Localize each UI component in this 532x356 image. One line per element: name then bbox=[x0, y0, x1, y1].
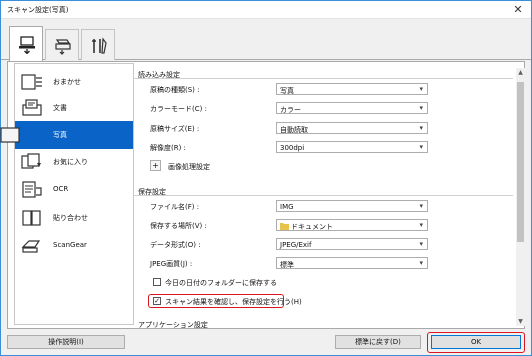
vertical-scrollbar[interactable]: ▲ ▼ bbox=[516, 68, 525, 326]
chevron-down-icon: ▾ bbox=[419, 202, 423, 210]
image-processing-label: 画像処理設定 bbox=[168, 163, 210, 171]
scangear-icon bbox=[21, 240, 41, 253]
save-in-label: 保存する場所(V) : bbox=[150, 222, 207, 230]
data-format-value: JPEG/Exif bbox=[280, 241, 312, 249]
color-mode-label: カラーモード(C) : bbox=[150, 105, 207, 113]
scan-settings-dialog: スキャン設定(写真) ✕ おまかせ 文書 写真 お気に入り OCR 貼り合わせ … bbox=[0, 0, 532, 356]
chevron-down-icon: ▾ bbox=[419, 85, 423, 93]
subfolder-checkbox[interactable] bbox=[153, 278, 161, 286]
photo-icon bbox=[0, 127, 20, 143]
color-mode-select[interactable]: カラー ▾ bbox=[276, 102, 428, 114]
sidebar-item-label: OCR bbox=[53, 185, 69, 193]
close-icon[interactable]: ✕ bbox=[511, 3, 525, 16]
save-in-select[interactable]: ドキュメント ▾ bbox=[276, 219, 428, 231]
restore-defaults-button[interactable]: 標準に戻す(D) bbox=[335, 335, 421, 349]
save-in-value: ドキュメント bbox=[291, 223, 333, 231]
section-divider bbox=[133, 195, 513, 196]
paper-size-value: 自動読取 bbox=[280, 126, 308, 134]
tab-scan-from-computer[interactable] bbox=[9, 26, 43, 61]
chevron-down-icon: ▾ bbox=[419, 124, 423, 132]
color-mode-value: カラー bbox=[280, 106, 301, 114]
sidebar-item-label: おまかせ bbox=[53, 78, 81, 86]
chevron-down-icon: ▾ bbox=[419, 240, 423, 248]
computer-scan-icon bbox=[19, 36, 35, 54]
settings-panel: おまかせ 文書 写真 お気に入り OCR 貼り合わせ ScanGear 読み込み… bbox=[0, 61, 526, 329]
file-name-value: IMG bbox=[280, 203, 294, 211]
sidebar-item-document[interactable]: 文書 bbox=[15, 94, 133, 122]
confirm-results-label: スキャン結果を確認し、保存設定を行う(H) bbox=[165, 298, 302, 306]
subfolder-label: 今日の日付のフォルダーに保存する bbox=[165, 279, 277, 287]
scan-type-list: おまかせ 文書 写真 お気に入り OCR 貼り合わせ ScanGear bbox=[0, 63, 134, 325]
source-select[interactable]: 写真 ▾ bbox=[276, 83, 428, 95]
document-icon bbox=[22, 99, 42, 116]
chevron-down-icon: ▾ bbox=[419, 104, 423, 112]
sidebar-item-photo[interactable]: 写真 bbox=[0, 121, 133, 149]
data-format-label: データ形式(O) : bbox=[150, 241, 201, 249]
sidebar-item-label: 文書 bbox=[53, 104, 67, 112]
chevron-down-icon: ▾ bbox=[419, 143, 423, 151]
ok-button[interactable]: OK bbox=[431, 335, 521, 349]
title-bar: スキャン設定(写真) ✕ bbox=[1, 1, 531, 19]
paper-size-select[interactable]: 自動読取 ▾ bbox=[276, 122, 428, 134]
sidebar-item-ocr[interactable]: OCR bbox=[15, 176, 133, 204]
sidebar-item-favorites[interactable]: お気に入り bbox=[15, 148, 133, 176]
source-value: 写真 bbox=[280, 87, 294, 95]
sidebar-item-scangear[interactable]: ScanGear bbox=[15, 232, 133, 260]
chevron-down-icon: ▾ bbox=[419, 221, 423, 229]
chevron-down-icon: ▾ bbox=[419, 259, 423, 267]
sidebar-item-auto[interactable]: おまかせ bbox=[15, 68, 133, 96]
paper-size-label: 原稿サイズ(E) : bbox=[150, 125, 200, 133]
scroll-up-icon[interactable]: ▲ bbox=[516, 68, 525, 77]
expand-image-processing-button[interactable]: + bbox=[150, 160, 161, 171]
sidebar-item-label: ScanGear bbox=[53, 241, 87, 249]
data-format-select[interactable]: JPEG/Exif ▾ bbox=[276, 238, 428, 250]
scanner-panel-icon bbox=[55, 39, 71, 55]
tab-scan-from-panel[interactable] bbox=[45, 29, 79, 60]
section-divider bbox=[133, 78, 513, 79]
resolution-value: 300dpi bbox=[280, 144, 305, 152]
sidebar-item-stitch[interactable]: 貼り合わせ bbox=[15, 204, 133, 232]
auto-scan-icon bbox=[21, 74, 42, 90]
app-settings-heading: アプリケーション設定 bbox=[138, 321, 208, 329]
tab-general-settings[interactable] bbox=[81, 29, 115, 60]
confirm-results-checkbox[interactable]: ✓ bbox=[153, 297, 161, 305]
scroll-thumb[interactable] bbox=[517, 82, 524, 242]
tools-icon bbox=[92, 37, 107, 54]
file-name-label: ファイル名(F) : bbox=[150, 203, 200, 211]
sidebar-item-label: 貼り合わせ bbox=[53, 214, 88, 222]
favorites-icon bbox=[21, 153, 41, 169]
sidebar-item-label: 写真 bbox=[53, 131, 67, 139]
jpeg-quality-label: JPEG画質(J) : bbox=[150, 260, 193, 268]
tab-bar bbox=[1, 20, 531, 61]
stitch-icon bbox=[22, 210, 41, 226]
resolution-label: 解像度(R) : bbox=[150, 144, 186, 152]
ocr-icon bbox=[22, 181, 42, 198]
jpeg-quality-select[interactable]: 標準 ▾ bbox=[276, 257, 428, 269]
resolution-select[interactable]: 300dpi ▾ bbox=[276, 141, 428, 153]
source-label: 原稿の種類(S) : bbox=[150, 86, 200, 94]
folder-icon bbox=[280, 223, 289, 230]
settings-form: 読み込み設定 原稿の種類(S) : 写真 ▾ カラーモード(C) : カラー ▾… bbox=[128, 62, 526, 329]
sidebar-item-label: お気に入り bbox=[53, 158, 88, 166]
file-name-combo[interactable]: IMG ▾ bbox=[276, 200, 428, 212]
jpeg-quality-value: 標準 bbox=[280, 261, 294, 269]
window-title: スキャン設定(写真) bbox=[7, 6, 69, 14]
instructions-button[interactable]: 操作説明(I) bbox=[7, 335, 125, 349]
scroll-down-icon[interactable]: ▼ bbox=[516, 317, 525, 326]
